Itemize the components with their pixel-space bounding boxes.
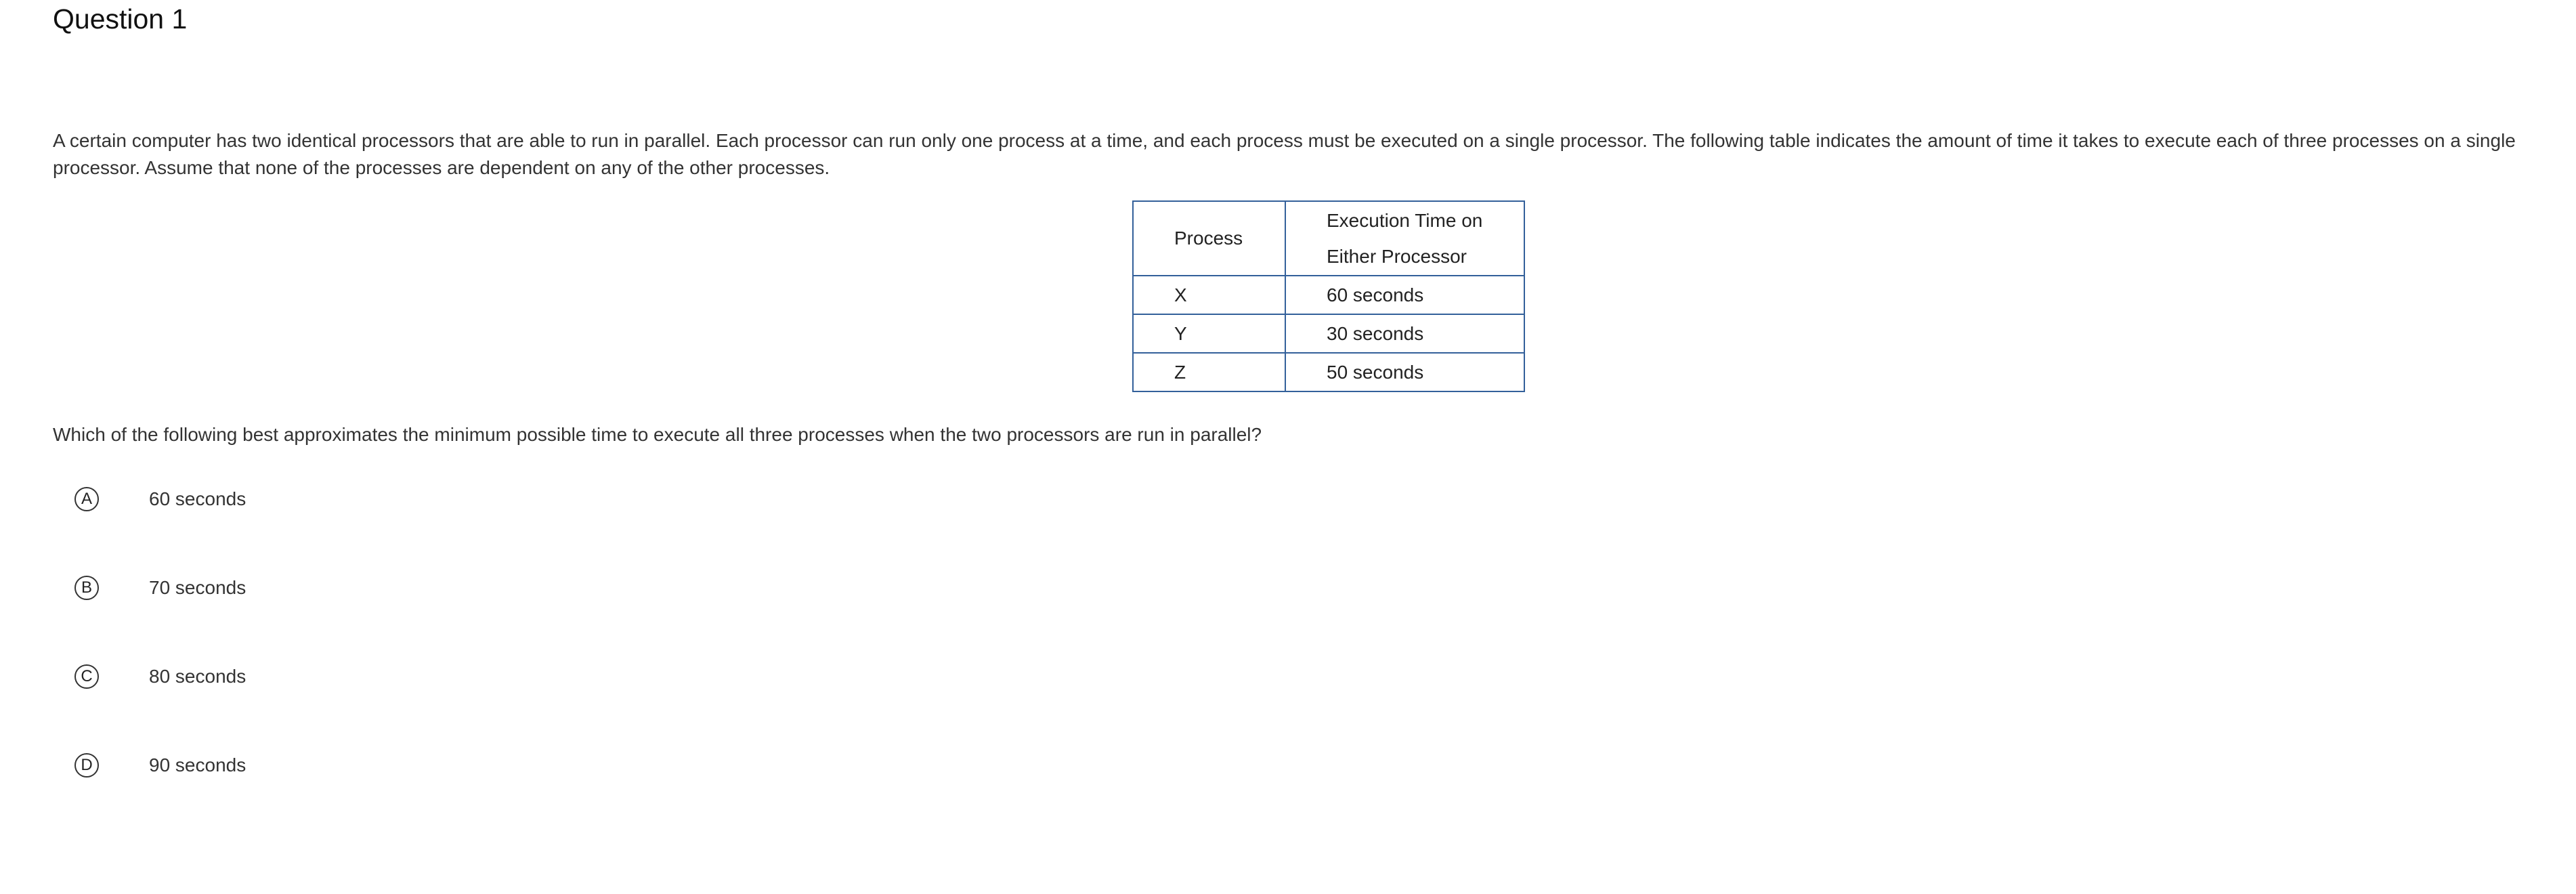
- header-process: Process: [1132, 200, 1286, 276]
- header-execution-time: Execution Time on Either Processor: [1285, 200, 1525, 276]
- header-execution-time-line2: Either Processor: [1327, 246, 1467, 267]
- table-row: Y 30 seconds: [1132, 314, 1525, 354]
- question-stem: A certain computer has two identical pro…: [53, 130, 2516, 178]
- table-row: Z 50 seconds: [1132, 352, 1525, 392]
- choice-a-text[interactable]: 60 seconds: [149, 484, 246, 515]
- choice-d-radio[interactable]: D: [74, 753, 99, 778]
- choice-a[interactable]: A 60 seconds: [73, 484, 479, 517]
- process-table: Process Execution Time on Either Process…: [1132, 200, 1525, 392]
- process-table-container: Process Execution Time on Either Process…: [1132, 200, 1525, 392]
- choice-b[interactable]: B 70 seconds: [73, 572, 479, 606]
- cell-process: Z: [1132, 352, 1286, 392]
- choice-d[interactable]: D 90 seconds: [73, 750, 479, 784]
- table-header-row: Process Execution Time on Either Process…: [1132, 200, 1525, 276]
- cell-process: Y: [1132, 314, 1286, 354]
- choice-c[interactable]: C 80 seconds: [73, 661, 479, 695]
- choice-c-radio[interactable]: C: [74, 664, 99, 689]
- question-title: Question 1: [53, 3, 188, 35]
- table-row: X 60 seconds: [1132, 275, 1525, 315]
- cell-process: X: [1132, 275, 1286, 315]
- choice-d-text[interactable]: 90 seconds: [149, 750, 246, 781]
- cell-time: 50 seconds: [1285, 352, 1525, 392]
- cell-time: 60 seconds: [1285, 275, 1525, 315]
- choice-c-text[interactable]: 80 seconds: [149, 661, 246, 692]
- choice-b-text[interactable]: 70 seconds: [149, 572, 246, 603]
- question-page: Question 1 A certain computer has two id…: [0, 0, 2576, 894]
- question-prompt: Which of the following best approximates…: [53, 424, 1262, 445]
- cell-time: 30 seconds: [1285, 314, 1525, 354]
- choice-b-radio[interactable]: B: [74, 576, 99, 600]
- choice-a-radio[interactable]: A: [74, 487, 99, 511]
- header-execution-time-line1: Execution Time on: [1327, 210, 1483, 231]
